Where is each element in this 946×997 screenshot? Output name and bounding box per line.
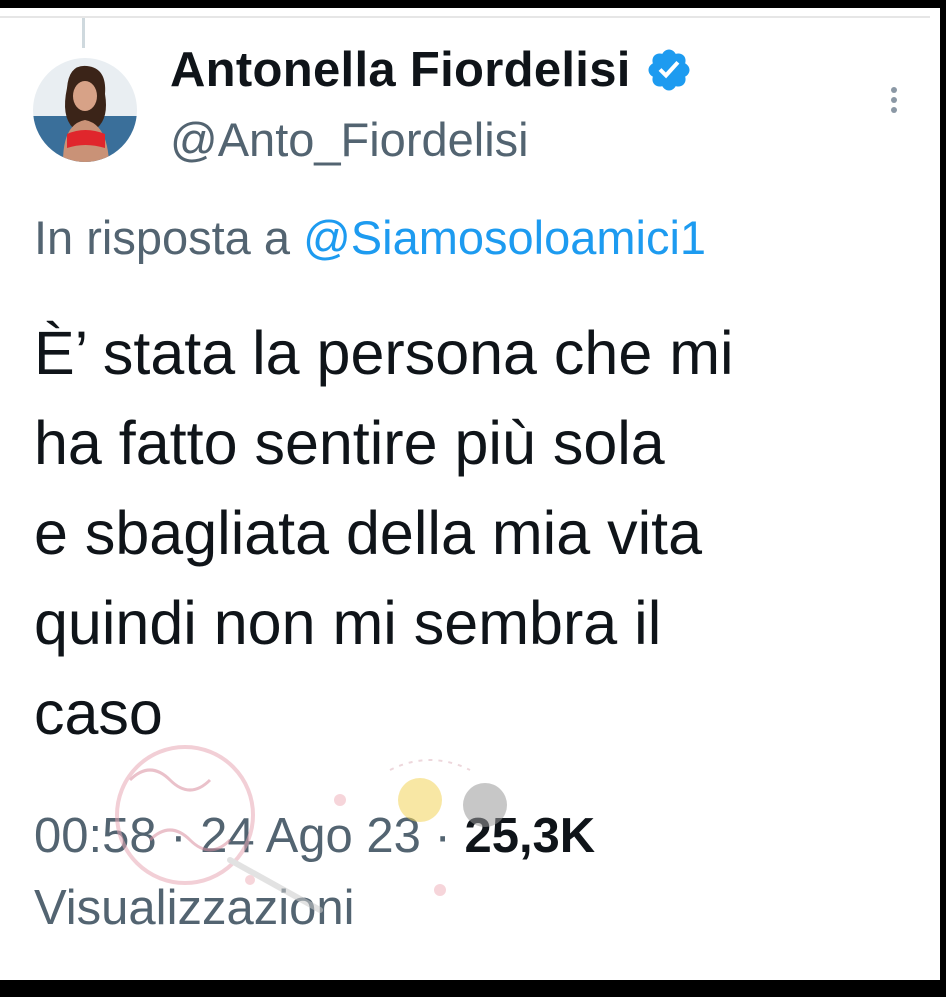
views-count: 25,3K bbox=[464, 809, 596, 863]
avatar-image bbox=[33, 58, 137, 162]
avatar[interactable] bbox=[33, 58, 137, 162]
tweet-line: È’ stata la persona che mi bbox=[34, 319, 734, 387]
tweet-line: e sbagliata della mia vita bbox=[34, 499, 702, 567]
tweet-time[interactable]: 00:58 bbox=[34, 809, 157, 863]
author-row: Antonella Fiordelisi bbox=[170, 42, 693, 98]
author-display-name[interactable]: Antonella Fiordelisi bbox=[170, 42, 631, 98]
more-vertical-icon[interactable] bbox=[882, 82, 906, 122]
reply-prefix: In risposta a bbox=[34, 211, 304, 264]
tweet-meta: 00:58 · 24 Ago 23 · 25,3K bbox=[34, 808, 595, 864]
reply-context: In risposta a @Siamosoloamici1 bbox=[34, 210, 706, 265]
verified-badge-icon bbox=[645, 46, 693, 94]
tweet-text: È’ stata la persona che mi ha fatto sent… bbox=[34, 308, 914, 758]
thread-connector bbox=[82, 18, 85, 48]
top-divider bbox=[0, 16, 930, 18]
tweet-date[interactable]: 24 Ago 23 bbox=[200, 809, 421, 863]
tweet-line: caso bbox=[34, 679, 163, 747]
meta-separator: · bbox=[156, 809, 201, 863]
tweet-line: ha fatto sentire più sola bbox=[34, 409, 665, 477]
meta-separator: · bbox=[420, 809, 465, 863]
author-handle[interactable]: @Anto_Fiordelisi bbox=[170, 112, 529, 167]
views-label: Visualizzazioni bbox=[34, 881, 355, 935]
reply-handle-link[interactable]: @Siamosoloamici1 bbox=[303, 211, 706, 264]
tweet-line: quindi non mi sembra il bbox=[34, 589, 662, 657]
